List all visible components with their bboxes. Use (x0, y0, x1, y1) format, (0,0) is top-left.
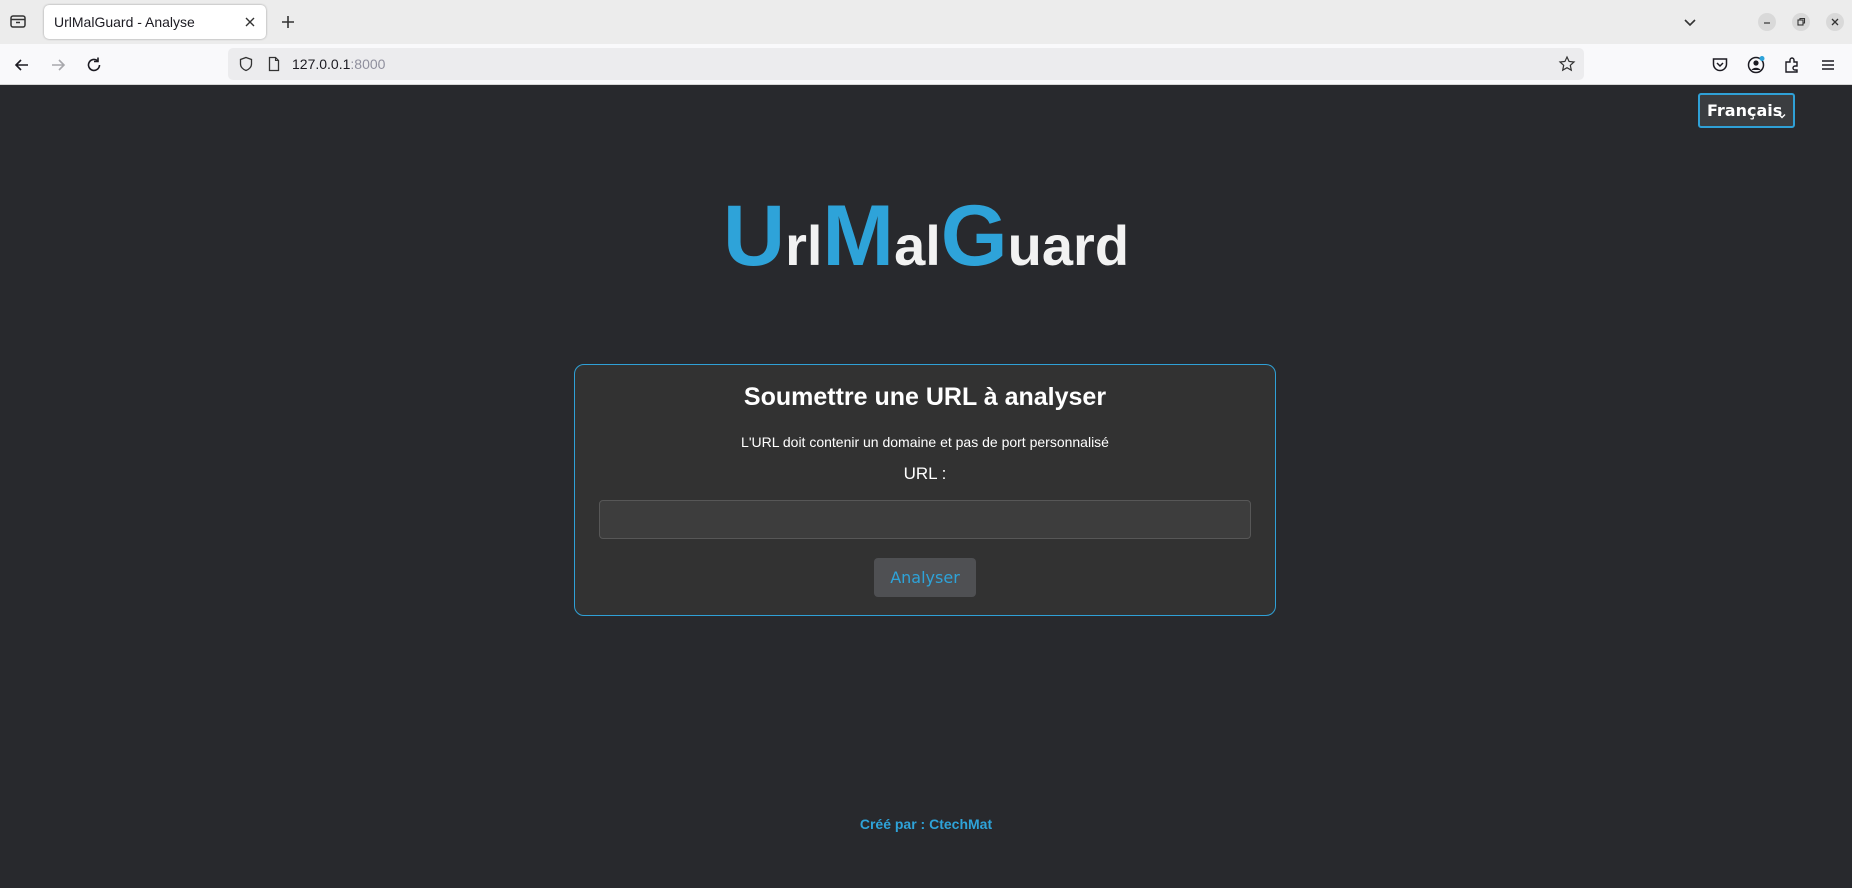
form-hint: L'URL doit contenir un domaine et pas de… (741, 434, 1109, 450)
address-bar[interactable]: 127.0.0.1:8000 (228, 48, 1584, 80)
page-icon[interactable] (266, 56, 282, 72)
logo-part: U (722, 188, 786, 284)
plus-icon[interactable] (278, 12, 298, 32)
forward-arrow-icon (47, 54, 69, 76)
logo-part: al (894, 214, 941, 277)
form-title: Soumettre une URL à analyser (743, 383, 1107, 411)
url-input[interactable] (599, 500, 1251, 539)
close-window-icon[interactable] (1826, 13, 1844, 31)
page: Français UrlMalGuard Soumettre une URL à… (0, 85, 1852, 888)
browser-tab-bar: UrlMalGuard - Analyse (0, 0, 1852, 44)
logo-part: uard (1007, 214, 1130, 277)
url-text: 127.0.0.1:8000 (292, 56, 385, 72)
url-submit-form: Soumettre une URL à analyser L'URL doit … (574, 364, 1276, 616)
chevron-down-icon (1777, 106, 1787, 119)
logo-part: rl (785, 214, 823, 277)
logo-part: G (940, 188, 1008, 284)
restore-icon[interactable] (1792, 13, 1810, 31)
url-label: URL : (903, 464, 947, 483)
back-arrow-icon[interactable] (11, 54, 33, 76)
logo-part: M (822, 188, 895, 284)
account-icon[interactable] (1745, 54, 1767, 76)
close-icon[interactable] (242, 14, 258, 30)
minimize-icon[interactable] (1758, 13, 1776, 31)
analyze-button[interactable]: Analyser (874, 558, 976, 597)
reload-icon[interactable] (83, 54, 105, 76)
tab-list-icon[interactable] (8, 11, 28, 31)
browser-nav-bar: 127.0.0.1:8000 (0, 44, 1852, 85)
language-select[interactable]: Français (1698, 93, 1795, 128)
star-icon[interactable] (1558, 55, 1576, 73)
site-logo: UrlMalGuard (0, 187, 1852, 286)
extensions-icon[interactable] (1781, 54, 1803, 76)
language-select-value: Français (1707, 101, 1783, 120)
shield-icon[interactable] (238, 56, 254, 72)
pocket-icon[interactable] (1709, 54, 1731, 76)
chevron-down-icon[interactable] (1680, 12, 1700, 32)
footer-credit: Créé par : CtechMat (859, 816, 993, 832)
menu-icon[interactable] (1817, 54, 1839, 76)
url-host: 127.0.0.1 (292, 56, 351, 72)
url-port: :8000 (350, 56, 386, 72)
tab-title: UrlMalGuard - Analyse (54, 14, 195, 30)
browser-tab[interactable]: UrlMalGuard - Analyse (44, 5, 266, 39)
